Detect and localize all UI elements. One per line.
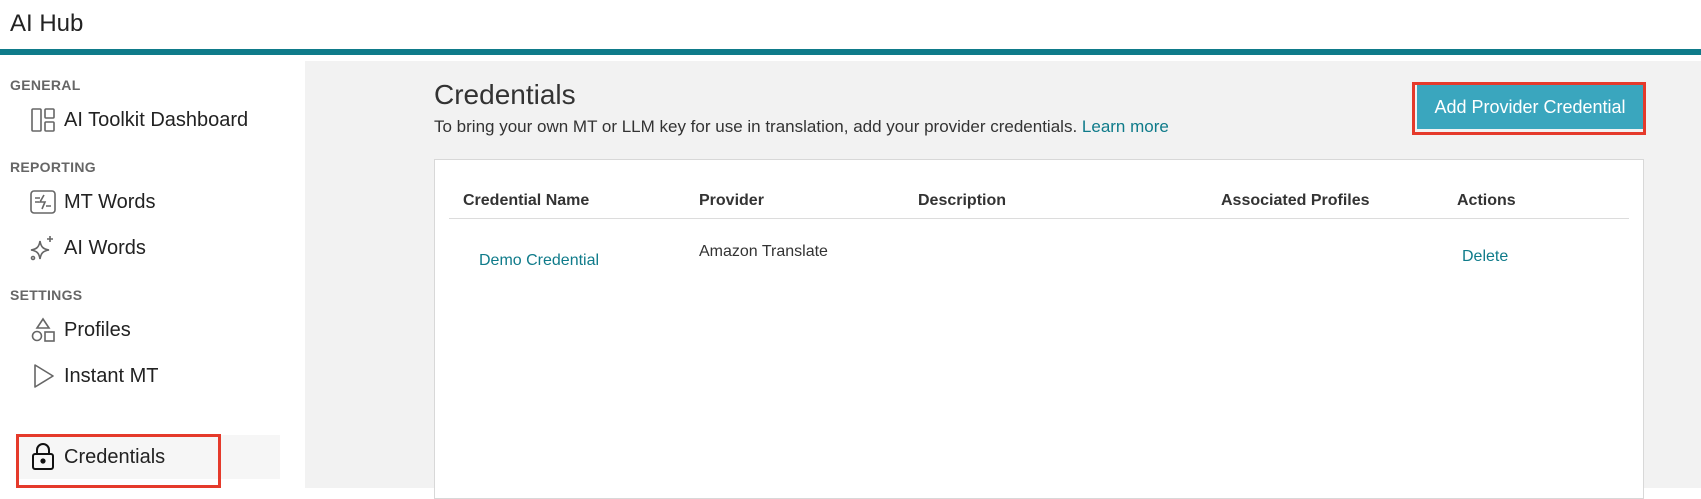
column-header-credential-name: Credential Name — [463, 192, 590, 209]
lock-icon — [28, 442, 58, 472]
section-label-general: GENERAL — [10, 77, 81, 93]
sidebar-item-label: MT Words — [64, 190, 156, 213]
learn-more-link[interactable]: Learn more — [1082, 117, 1169, 136]
column-header-actions: Actions — [1457, 192, 1516, 209]
page-description: To bring your own MT or LLM key for use … — [434, 117, 1169, 137]
sidebar-item-profiles[interactable]: Profiles — [28, 310, 278, 350]
shapes-icon — [28, 315, 58, 345]
sidebar-item-label: AI Toolkit Dashboard — [64, 108, 249, 131]
column-header-description: Description — [918, 192, 1007, 209]
sidebar-item-mt-words[interactable]: MT Words — [28, 182, 278, 222]
sidebar-item-ai-toolkit-dashboard[interactable]: AI Toolkit Dashboard — [28, 100, 278, 140]
main-content: Credentials To bring your own MT or LLM … — [305, 61, 1701, 499]
section-label-settings: SETTINGS — [10, 287, 83, 303]
sidebar: GENERAL AI Toolkit Dashboard REPORTING M… — [0, 61, 305, 488]
sidebar-item-label: Profiles — [64, 318, 131, 341]
sidebar-item-ai-words[interactable]: AI Words — [28, 228, 278, 268]
app-title: AI Hub — [10, 10, 84, 37]
dashboard-icon — [28, 105, 58, 135]
sidebar-item-label: AI Words — [64, 236, 146, 259]
top-bar: AI Hub — [0, 0, 1701, 55]
sidebar-item-credentials[interactable]: Credentials — [18, 435, 280, 479]
page-title: Credentials — [434, 79, 576, 110]
add-provider-credential-button[interactable]: Add Provider Credential — [1417, 85, 1643, 129]
sparkle-icon — [28, 233, 58, 263]
credential-name-link[interactable]: Demo Credential — [479, 252, 599, 270]
column-header-provider: Provider — [699, 192, 764, 209]
sidebar-item-instant-mt[interactable]: Instant MT — [28, 356, 278, 396]
header-divider — [449, 218, 1629, 219]
provider-cell: Amazon Translate — [699, 243, 828, 260]
credentials-table: Credential Name Provider Description Ass… — [434, 159, 1644, 499]
play-icon — [28, 361, 58, 391]
description-text: To bring your own MT or LLM key for use … — [434, 117, 1078, 136]
column-header-associated-profiles: Associated Profiles — [1221, 192, 1370, 209]
section-label-reporting: REPORTING — [10, 159, 96, 175]
sidebar-item-label: Credentials — [64, 445, 166, 468]
delete-link[interactable]: Delete — [1462, 248, 1508, 266]
mt-words-icon — [28, 187, 58, 217]
sidebar-item-label: Instant MT — [64, 364, 159, 387]
